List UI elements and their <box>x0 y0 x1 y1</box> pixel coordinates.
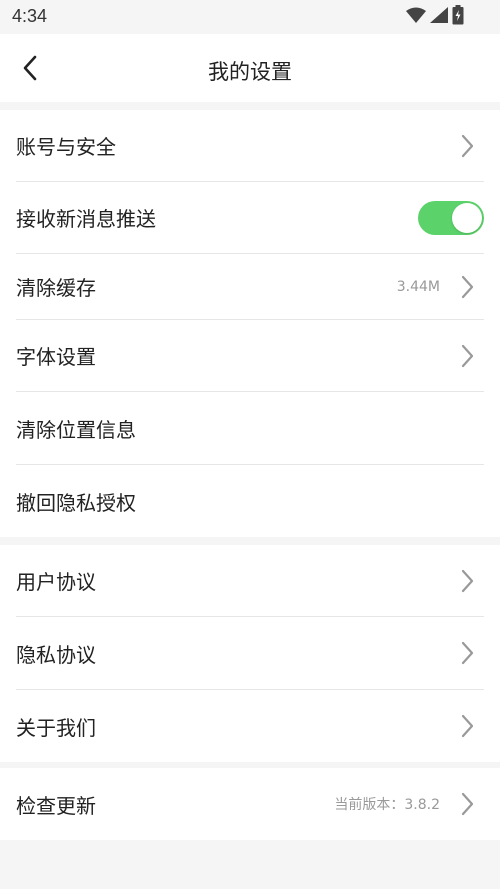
chevron-right-icon <box>458 568 476 594</box>
setting-revoke-privacy[interactable]: 撤回隐私授权 <box>16 465 484 537</box>
setting-font[interactable]: 字体设置 <box>16 320 484 392</box>
setting-clear-cache[interactable]: 清除缓存 3.44M <box>16 254 484 320</box>
chevron-right-icon <box>458 713 476 739</box>
header-bar: 我的设置 <box>0 34 500 102</box>
setting-user-agreement[interactable]: 用户协议 <box>16 545 484 617</box>
setting-label: 清除缓存 <box>16 276 96 300</box>
setting-label: 字体设置 <box>16 345 96 369</box>
app-version-value: 当前版本：3.8.2 <box>334 797 440 813</box>
battery-icon <box>452 5 464 29</box>
chevron-right-icon <box>458 274 476 300</box>
settings-group-update: 检查更新 当前版本：3.8.2 <box>0 768 500 840</box>
chevron-right-icon <box>458 343 476 369</box>
setting-push-notifications: 接收新消息推送 <box>16 182 484 254</box>
setting-label: 撤回隐私授权 <box>16 490 136 515</box>
toggle-knob <box>452 202 482 233</box>
wifi-icon <box>406 7 426 27</box>
chevron-right-icon <box>458 640 476 666</box>
setting-about-us[interactable]: 关于我们 <box>16 690 484 762</box>
status-icons <box>406 5 464 29</box>
signal-icon <box>430 7 448 27</box>
setting-label: 用户协议 <box>16 570 96 594</box>
setting-check-update[interactable]: 检查更新 当前版本：3.8.2 <box>16 768 484 840</box>
chevron-right-icon <box>458 133 476 159</box>
setting-label: 检查更新 <box>16 793 96 818</box>
push-notifications-toggle[interactable] <box>418 200 484 235</box>
cache-size-value: 3.44M <box>396 278 440 295</box>
chevron-right-icon <box>458 791 476 817</box>
setting-label: 接收新消息推送 <box>16 207 156 231</box>
settings-group-general: 账号与安全 接收新消息推送 清除缓存 3.44M 字体设置 清除位置信息 撤回隐… <box>0 110 500 537</box>
setting-label: 清除位置信息 <box>16 417 136 442</box>
setting-label: 账号与安全 <box>16 135 116 159</box>
setting-clear-location[interactable]: 清除位置信息 <box>16 392 484 465</box>
settings-group-legal: 用户协议 隐私协议 关于我们 <box>0 545 500 762</box>
setting-label: 关于我们 <box>16 715 96 740</box>
status-time: 4:34 <box>12 6 48 26</box>
status-bar: 4:34 <box>0 0 500 34</box>
page-title: 我的设置 <box>208 60 292 84</box>
setting-account-security[interactable]: 账号与安全 <box>16 110 484 182</box>
setting-privacy-policy[interactable]: 隐私协议 <box>16 617 484 690</box>
setting-label: 隐私协议 <box>16 642 96 667</box>
